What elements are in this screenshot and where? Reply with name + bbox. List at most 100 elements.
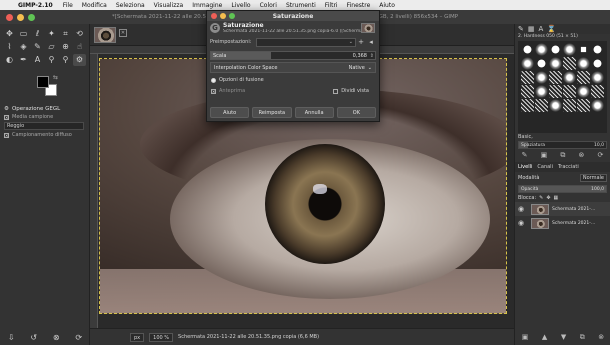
duplicate-layer-icon[interactable]: ⧉ [580,333,585,342]
brush-item[interactable] [580,46,587,53]
blend-options-row[interactable]: Opzioni di fusione [211,76,375,84]
menu-layer[interactable]: Livello [231,2,250,9]
lower-layer-icon[interactable]: ▼ [561,333,566,342]
close-tab-icon[interactable]: ✕ [119,29,127,37]
paths-tool-icon[interactable]: ✒ [17,54,30,66]
brush-item[interactable] [577,71,590,84]
add-preset-icon[interactable]: + [356,38,366,46]
edit-brush-icon[interactable]: ✎ [522,151,528,160]
menu-image[interactable]: Immagine [192,2,222,9]
smudge-tool-icon[interactable]: ☝ [73,41,86,53]
eraser-tool-icon[interactable]: ▱ [45,41,58,53]
ok-button[interactable]: OK [336,107,376,118]
menu-select[interactable]: Seleziona [116,2,145,9]
lock-alpha-icon[interactable]: ▦ [554,195,559,201]
delete-brush-icon[interactable]: ⊗ [578,151,584,160]
bucket-fill-tool-icon[interactable]: ◈ [17,41,30,53]
brush-item[interactable] [563,99,576,112]
spacing-slider[interactable]: Spaziatura 10,0 [518,141,607,149]
brush-item[interactable] [591,57,604,70]
brush-item[interactable] [549,85,562,98]
brush-item[interactable] [563,71,576,84]
minimize-window-button[interactable] [17,13,24,21]
gegl-tool-icon[interactable]: ⚙ [73,54,86,66]
move-tool-icon[interactable]: ✥ [3,28,16,40]
diffuse-checkbox[interactable]: ✕ [4,132,9,138]
dialog-title-bar[interactable]: Saturazione [207,11,379,21]
brush-item[interactable] [549,99,562,112]
menu-colors[interactable]: Colori [260,2,277,9]
opacity-slider[interactable]: Opacità 100,0 [518,185,607,193]
preset-menu-icon[interactable]: ◂ [366,38,376,46]
visibility-eye-icon[interactable]: ◉ [518,219,528,227]
split-view-checkbox[interactable] [333,88,339,94]
brush-item[interactable] [521,43,534,56]
visibility-eye-icon[interactable]: ◉ [518,205,528,213]
paintbrush-tool-icon[interactable]: ✎ [31,41,44,53]
diffuse-row[interactable]: ✕ Campionamento diffuso [4,132,85,138]
tab-channels[interactable]: Canali [537,164,553,170]
raise-layer-icon[interactable]: ▲ [542,333,547,342]
menu-view[interactable]: Visualizza [154,2,184,9]
brush-item[interactable] [535,43,548,56]
sample-merged-row[interactable]: ✕ Media campione [4,114,85,120]
brush-item[interactable] [577,57,590,70]
brush-item[interactable] [563,85,576,98]
lock-pixels-icon[interactable]: ✎ [539,195,543,201]
brush-item[interactable] [521,85,534,98]
pattern-tab-icon[interactable]: ▦ [528,25,535,33]
rect-select-tool-icon[interactable]: ▭ [17,28,30,40]
brush-item[interactable] [563,43,576,56]
mode-select[interactable]: Normale [579,174,607,182]
delete-layer-icon[interactable]: ⊗ [598,333,604,342]
menu-filters[interactable]: Filtri [325,2,338,9]
delete-options-icon[interactable]: ⊗ [53,333,60,342]
sample-merged-checkbox[interactable]: ✕ [4,114,9,120]
brush-tab-icon[interactable]: ✎ [518,25,524,33]
color-picker-tool-icon[interactable]: ⚲ [45,54,58,66]
menu-windows[interactable]: Finestre [347,2,371,9]
brush-item[interactable] [521,71,534,84]
history-tab-icon[interactable]: ⌛ [547,25,556,33]
preview-checkbox[interactable]: ✕ [211,88,216,94]
menu-help[interactable]: Aiuto [379,2,395,9]
brush-item[interactable] [563,57,576,70]
vertical-ruler[interactable] [90,54,98,328]
brush-item[interactable] [535,85,548,98]
brush-item[interactable] [521,99,534,112]
help-button[interactable]: Aiuto [210,107,250,118]
menu-tools[interactable]: Strumenti [286,2,316,9]
new-layer-icon[interactable]: ▣ [522,333,529,342]
close-window-button[interactable] [6,13,13,21]
brush-item[interactable] [535,99,548,112]
brush-item[interactable] [549,57,562,70]
interpolation-colorspace-select[interactable]: Interpolation Color Space Native ⌄ [210,62,376,73]
layer-row[interactable]: ◉ Schermata 2021-... [515,216,610,230]
layer-row[interactable]: ◉ Schermata 2021-... [515,202,610,216]
fuzzy-select-tool-icon[interactable]: ✦ [45,28,58,40]
blend-options-expander[interactable] [211,77,216,83]
tab-paths[interactable]: Tracciati [558,164,579,170]
warp-tool-icon[interactable]: ⌇ [3,41,16,53]
foreground-color[interactable] [37,76,49,88]
brush-item[interactable] [591,85,604,98]
brush-item[interactable] [577,99,590,112]
refresh-brushes-icon[interactable]: ⟳ [598,151,604,160]
brush-item[interactable] [591,71,604,84]
clone-tool-icon[interactable]: ⊕ [59,41,72,53]
brush-item[interactable] [549,43,562,56]
brush-item[interactable] [535,71,548,84]
dodge-tool-icon[interactable]: ◐ [3,54,16,66]
new-brush-icon[interactable]: ▣ [541,151,548,160]
reset-options-icon[interactable]: ⟳ [75,333,82,342]
scale-slider[interactable]: Scala 0,368 ⇕ [210,51,376,60]
duplicate-brush-icon[interactable]: ⧉ [560,151,565,160]
zoom-tool-icon[interactable]: ⚲ [59,54,72,66]
spin-arrows-icon[interactable]: ⇕ [370,52,374,60]
brush-item[interactable] [521,57,534,70]
swap-colors-icon[interactable]: ⇆ [53,74,58,81]
app-menu[interactable]: GIMP-2.10 [18,2,53,9]
tab-layers[interactable]: Livelli [518,164,532,170]
crop-tool-icon[interactable]: ⌗ [59,28,72,40]
zoom-window-button[interactable] [28,13,35,21]
